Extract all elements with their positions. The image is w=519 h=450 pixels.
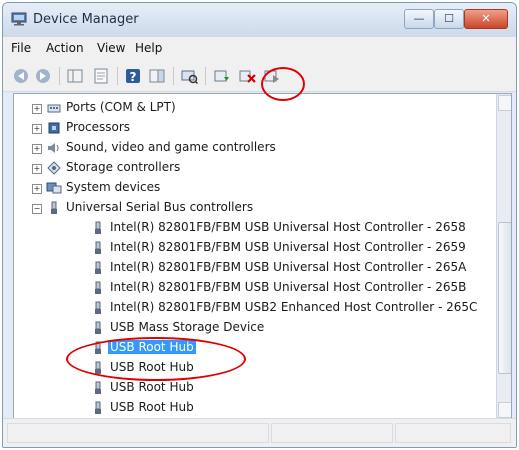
properties-icon[interactable] — [91, 66, 111, 86]
usb-device-item[interactable]: Intel(R) 82801FB/FBM USB Universal Host … — [90, 278, 480, 298]
minimize-icon: — — [413, 12, 425, 25]
usb-device-icon — [95, 301, 101, 314]
forward-arrow-icon[interactable] — [33, 66, 53, 86]
usb-device-item-selected[interactable]: USB Root Hub — [90, 338, 480, 358]
vertical-scrollbar[interactable] — [496, 94, 511, 419]
usb-device-item[interactable]: Intel(R) 82801FB/FBM USB2 Enhanced Host … — [90, 298, 480, 318]
status-segment — [395, 423, 511, 443]
usb-device-label: USB Root Hub — [110, 380, 194, 394]
action-pane-icon[interactable] — [147, 66, 167, 86]
port-icon — [47, 104, 61, 113]
usb-device-item[interactable]: USB Root Hub — [90, 358, 480, 378]
help-icon[interactable]: ? — [123, 66, 143, 86]
usb-device-icon — [95, 321, 101, 334]
tree-category-label: System devices — [66, 180, 161, 194]
tree-category-sound[interactable]: + Sound, video and game controllers — [32, 138, 486, 158]
usb-device-item[interactable]: Intel(R) 82801FB/FBM USB Universal Host … — [90, 218, 480, 238]
tree-category-label: Sound, video and game controllers — [66, 140, 276, 154]
menu-file[interactable]: File — [11, 41, 31, 55]
usb-device-item[interactable]: USB Root Hub — [90, 398, 480, 418]
usb-device-label: Intel(R) 82801FB/FBM USB Universal Host … — [110, 240, 466, 254]
status-bar — [3, 418, 516, 447]
update-driver-icon[interactable] — [211, 66, 231, 86]
tree-category-usb[interactable]: − Universal Serial Bus controllers — [32, 198, 486, 218]
usb-device-label: USB Root Hub — [110, 400, 194, 414]
maximize-icon: ☐ — [444, 12, 454, 25]
usb-device-label: Intel(R) 82801FB/FBM USB Universal Host … — [110, 280, 467, 294]
status-segment — [271, 423, 393, 443]
scan-hardware-icon[interactable] — [179, 66, 199, 86]
usb-device-icon — [95, 241, 101, 254]
usb-device-icon — [95, 261, 101, 274]
expand-icon[interactable]: + — [32, 164, 42, 174]
usb-device-item[interactable]: Intel(R) 82801FB/FBM USB Universal Host … — [90, 258, 480, 278]
usb-device-label: Intel(R) 82801FB/FBM USB Universal Host … — [110, 260, 467, 274]
menu-bar: File Action View Help — [3, 37, 516, 61]
scroll-up-button[interactable] — [498, 95, 511, 111]
usb-device-icon — [95, 341, 101, 354]
usb-device-icon — [95, 221, 101, 234]
tree-category-label: Processors — [66, 120, 131, 134]
menu-help[interactable]: Help — [135, 41, 162, 55]
svg-text:?: ? — [130, 70, 137, 84]
system-devices-icon — [46, 182, 62, 194]
toolbar-separator — [59, 67, 60, 85]
usb-device-item[interactable]: Intel(R) 82801FB/FBM USB Universal Host … — [90, 238, 480, 258]
usb-device-icon — [95, 401, 101, 414]
close-icon: ✕ — [481, 12, 491, 25]
menu-view[interactable]: View — [97, 41, 125, 55]
expand-icon[interactable]: + — [32, 104, 42, 114]
status-segment — [7, 423, 269, 443]
tree-category-ports[interactable]: + Ports (COM & LPT) — [32, 98, 486, 118]
usb-device-label: USB Mass Storage Device — [110, 320, 265, 334]
storage-controller-icon — [47, 161, 61, 175]
usb-device-item[interactable]: USB Root Hub — [90, 378, 480, 398]
usb-device-label: Intel(R) 82801FB/FBM USB Universal Host … — [110, 220, 466, 234]
maximize-button[interactable]: ☐ — [434, 9, 464, 29]
toolbar-separator — [205, 67, 206, 85]
device-manager-window: Device Manager — ☐ ✕ File Action View He… — [2, 2, 517, 448]
disable-device-icon[interactable] — [261, 66, 281, 86]
window-title: Device Manager — [33, 12, 139, 27]
expand-icon[interactable]: + — [32, 184, 42, 194]
device-tree[interactable]: + Ports (COM & LPT) + Processors + Sound… — [13, 93, 512, 420]
toolbar-separator — [173, 67, 174, 85]
tree-category-processors[interactable]: + Processors — [32, 118, 486, 138]
minimize-button[interactable]: — — [404, 9, 434, 29]
expand-icon[interactable]: + — [32, 124, 42, 134]
back-arrow-icon[interactable] — [11, 66, 31, 86]
show-hide-console-tree-icon[interactable] — [65, 66, 85, 86]
toolbar: ? — [3, 61, 516, 92]
tree-category-label: Ports (COM & LPT) — [66, 100, 176, 114]
scroll-down-button[interactable] — [498, 402, 511, 418]
tree-category-system-devices[interactable]: + System devices — [32, 178, 486, 198]
title-bar[interactable]: Device Manager — ☐ ✕ — [3, 3, 516, 37]
sound-icon — [48, 143, 59, 153]
device-manager-icon — [11, 12, 27, 26]
usb-device-icon — [95, 281, 101, 294]
expand-icon[interactable]: + — [32, 144, 42, 154]
close-button[interactable]: ✕ — [464, 9, 508, 29]
collapse-icon[interactable]: − — [32, 204, 42, 214]
usb-device-label: USB Root Hub — [108, 340, 196, 354]
toolbar-separator — [117, 67, 118, 85]
tree-category-label: Universal Serial Bus controllers — [66, 200, 254, 214]
usb-device-icon — [95, 381, 101, 394]
tree-category-storage[interactable]: + Storage controllers — [32, 158, 486, 178]
processor-icon — [48, 122, 60, 134]
usb-device-label: USB Root Hub — [110, 360, 194, 374]
tree-category-label: Storage controllers — [66, 160, 181, 174]
menu-action[interactable]: Action — [46, 41, 84, 55]
usb-icon — [51, 201, 57, 214]
scroll-thumb[interactable] — [498, 222, 511, 374]
usb-device-icon — [95, 361, 101, 374]
usb-device-label: Intel(R) 82801FB/FBM USB2 Enhanced Host … — [110, 300, 478, 314]
uninstall-device-icon[interactable] — [237, 66, 257, 86]
usb-device-item[interactable]: USB Mass Storage Device — [90, 318, 480, 338]
